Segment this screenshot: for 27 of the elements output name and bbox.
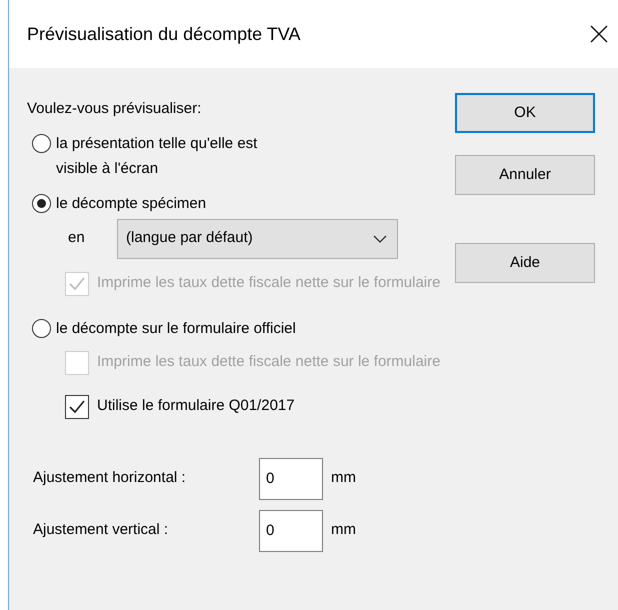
radio-button[interactable] [32, 134, 51, 152]
checkmark-icon [68, 398, 86, 416]
number-field[interactable]: 0 [259, 458, 323, 500]
adjustment-label: Ajustement vertical : [33, 520, 170, 540]
adjustment-label: Ajustement horizontal : [33, 468, 187, 488]
chevron-icon [373, 234, 387, 242]
dialog-button[interactable]: Annuler [455, 155, 595, 195]
option-label: la présentation telle qu'elle est visible à l'écran [56, 134, 258, 178]
dialog-button[interactable]: Aide [455, 243, 595, 283]
radio-button[interactable] [32, 318, 51, 338]
checkbox-label: Utilise le formulaire Q01/2017 [97, 396, 295, 416]
unit-label: mm [331, 520, 356, 540]
checkmark-icon [68, 274, 86, 292]
dialog-button[interactable]: OK [455, 93, 595, 133]
option-label: le décompte sur le formulaire officiel [56, 318, 296, 338]
checkbox[interactable] [65, 394, 89, 418]
option-label: le décompte spécimen [56, 194, 206, 214]
language-dropdown[interactable]: (langue par défaut) [117, 218, 398, 258]
checkbox-label: Imprime les taux dette fiscale nette sur le formulaire [97, 273, 440, 294]
number-field[interactable]: 0 [259, 510, 323, 552]
window-title: Prévisualisation du décompte TVA [27, 22, 300, 46]
checkbox-label: Imprime les taux dette fiscale nette sur le formulaire [97, 352, 440, 372]
prompt-text: Voulez-vous prévisualiser: [27, 99, 202, 119]
radio-button[interactable] [32, 194, 51, 212]
language-label: en [68, 228, 86, 248]
unit-label: mm [331, 468, 356, 488]
close-icon[interactable] [590, 25, 608, 43]
